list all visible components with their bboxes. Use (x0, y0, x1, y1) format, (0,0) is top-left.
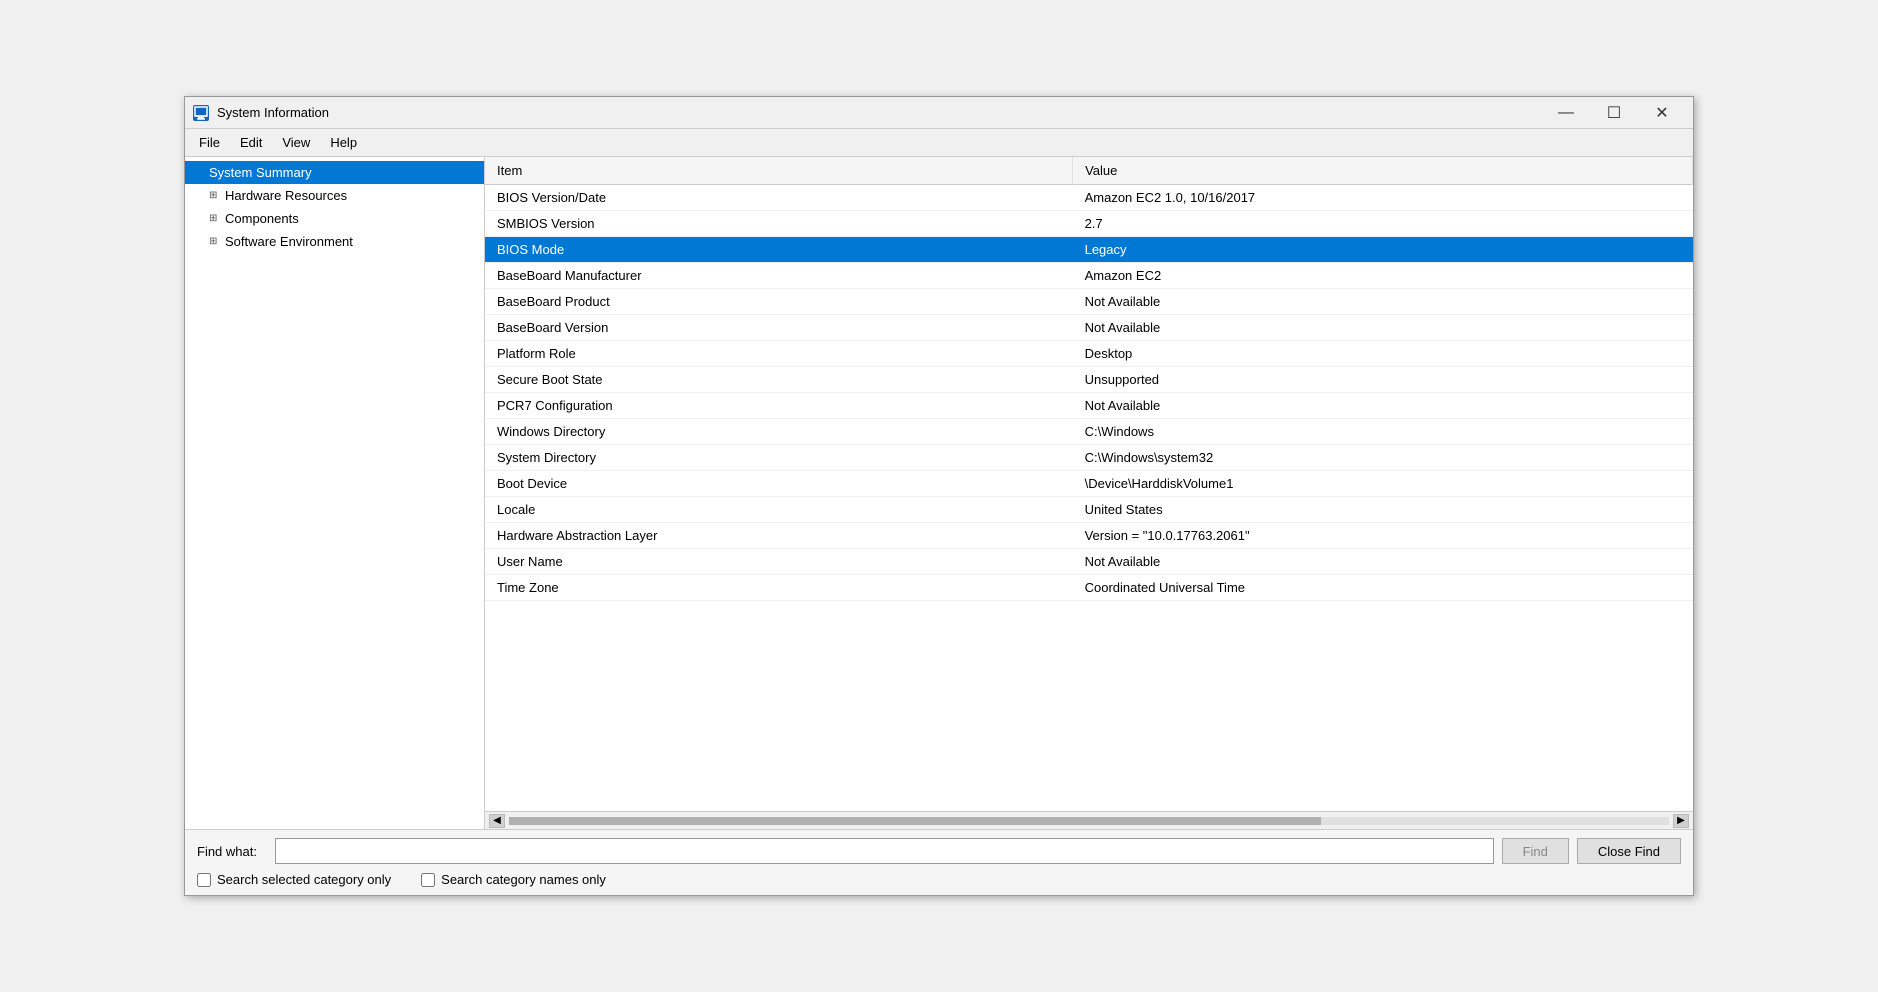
sidebar-label-software-environment: Software Environment (225, 234, 353, 249)
sidebar-item-system-summary[interactable]: System Summary (185, 161, 484, 184)
find-label: Find what: (197, 844, 267, 859)
checkbox-selected-category-text: Search selected category only (217, 872, 391, 887)
menu-file[interactable]: File (189, 131, 230, 154)
window-title: System Information (217, 105, 1543, 120)
sidebar-label-components: Components (225, 211, 299, 226)
table-cell-value: Not Available (1073, 289, 1693, 315)
table-cell-value: \Device\HarddiskVolume1 (1073, 471, 1693, 497)
scroll-thumb[interactable] (509, 817, 1321, 825)
app-icon (193, 105, 209, 121)
table-row[interactable]: BIOS Version/DateAmazon EC2 1.0, 10/16/2… (485, 185, 1693, 211)
table-cell-item: SMBIOS Version (485, 211, 1073, 237)
scroll-right-btn[interactable]: ▶ (1673, 814, 1689, 828)
table-cell-item: BIOS Mode (485, 237, 1073, 263)
horizontal-scrollbar[interactable]: ◀ ▶ (485, 811, 1693, 829)
close-button[interactable]: ✕ (1639, 97, 1685, 129)
sidebar-item-components[interactable]: ⊞ Components (185, 207, 484, 230)
expand-icon-hardware-resources: ⊞ (209, 190, 221, 201)
col-header-item: Item (485, 157, 1073, 185)
right-panel: Item Value BIOS Version/DateAmazon EC2 1… (485, 157, 1693, 829)
content-area: System Summary ⊞ Hardware Resources ⊞ Co… (185, 157, 1693, 829)
table-cell-item: Time Zone (485, 575, 1073, 601)
table-cell-item: Secure Boot State (485, 367, 1073, 393)
table-cell-value: Not Available (1073, 315, 1693, 341)
data-table[interactable]: Item Value BIOS Version/DateAmazon EC2 1… (485, 157, 1693, 811)
table-cell-value: United States (1073, 497, 1693, 523)
table-cell-item: System Directory (485, 445, 1073, 471)
close-find-button[interactable]: Close Find (1577, 838, 1681, 864)
sidebar-item-software-environment[interactable]: ⊞ Software Environment (185, 230, 484, 253)
menu-bar: File Edit View Help (185, 129, 1693, 157)
minimize-button[interactable]: — (1543, 97, 1589, 129)
main-window: System Information — ☐ ✕ File Edit View … (184, 96, 1694, 896)
table-cell-item: BaseBoard Product (485, 289, 1073, 315)
scroll-left-btn[interactable]: ◀ (489, 814, 505, 828)
find-row: Find what: Find Close Find (197, 838, 1681, 864)
table-row[interactable]: Hardware Abstraction LayerVersion = "10.… (485, 523, 1693, 549)
find-button[interactable]: Find (1502, 838, 1569, 864)
table-cell-item: BIOS Version/Date (485, 185, 1073, 211)
table-row[interactable]: Platform RoleDesktop (485, 341, 1693, 367)
table-row[interactable]: BaseBoard ProductNot Available (485, 289, 1693, 315)
table-row[interactable]: LocaleUnited States (485, 497, 1693, 523)
table-cell-value: Not Available (1073, 549, 1693, 575)
table-cell-item: User Name (485, 549, 1073, 575)
menu-help[interactable]: Help (320, 131, 367, 154)
sidebar-label-system-summary: System Summary (209, 165, 312, 180)
table-cell-item: BaseBoard Manufacturer (485, 263, 1073, 289)
menu-view[interactable]: View (272, 131, 320, 154)
title-bar: System Information — ☐ ✕ (185, 97, 1693, 129)
table-cell-item: Boot Device (485, 471, 1073, 497)
table-cell-item: Windows Directory (485, 419, 1073, 445)
table-row[interactable]: BaseBoard VersionNot Available (485, 315, 1693, 341)
maximize-button[interactable]: ☐ (1591, 97, 1637, 129)
table-row[interactable]: Time ZoneCoordinated Universal Time (485, 575, 1693, 601)
table-cell-item: PCR7 Configuration (485, 393, 1073, 419)
table-row[interactable]: Boot Device\Device\HarddiskVolume1 (485, 471, 1693, 497)
table-cell-value: C:\Windows (1073, 419, 1693, 445)
bottom-bar: Find what: Find Close Find Search select… (185, 829, 1693, 895)
table-cell-value: Version = "10.0.17763.2061" (1073, 523, 1693, 549)
table-cell-item: BaseBoard Version (485, 315, 1073, 341)
table-cell-value: 2.7 (1073, 211, 1693, 237)
table-cell-value: C:\Windows\system32 (1073, 445, 1693, 471)
expand-icon-software-environment: ⊞ (209, 236, 221, 247)
table-row[interactable]: Windows DirectoryC:\Windows (485, 419, 1693, 445)
checkbox-selected-category-label[interactable]: Search selected category only (197, 872, 391, 887)
table-cell-value: Not Available (1073, 393, 1693, 419)
table-cell-item: Locale (485, 497, 1073, 523)
checkbox-category-names-label[interactable]: Search category names only (421, 872, 606, 887)
table-row[interactable]: BaseBoard ManufacturerAmazon EC2 (485, 263, 1693, 289)
table-row[interactable]: System DirectoryC:\Windows\system32 (485, 445, 1693, 471)
checkbox-category-names-text: Search category names only (441, 872, 606, 887)
table-cell-value: Coordinated Universal Time (1073, 575, 1693, 601)
left-panel: System Summary ⊞ Hardware Resources ⊞ Co… (185, 157, 485, 829)
table-row[interactable]: SMBIOS Version2.7 (485, 211, 1693, 237)
menu-edit[interactable]: Edit (230, 131, 272, 154)
table-cell-value: Unsupported (1073, 367, 1693, 393)
table-cell-item: Hardware Abstraction Layer (485, 523, 1073, 549)
find-input[interactable] (275, 838, 1494, 864)
col-header-value: Value (1073, 157, 1693, 185)
table-cell-item: Platform Role (485, 341, 1073, 367)
scroll-track[interactable] (509, 817, 1669, 825)
table-cell-value: Desktop (1073, 341, 1693, 367)
table-cell-value: Legacy (1073, 237, 1693, 263)
checkbox-category-names[interactable] (421, 873, 435, 887)
table-row[interactable]: BIOS ModeLegacy (485, 237, 1693, 263)
info-table: Item Value BIOS Version/DateAmazon EC2 1… (485, 157, 1693, 601)
table-row[interactable]: Secure Boot StateUnsupported (485, 367, 1693, 393)
table-row[interactable]: PCR7 ConfigurationNot Available (485, 393, 1693, 419)
table-row[interactable]: User NameNot Available (485, 549, 1693, 575)
table-cell-value: Amazon EC2 (1073, 263, 1693, 289)
sidebar-item-hardware-resources[interactable]: ⊞ Hardware Resources (185, 184, 484, 207)
checkbox-selected-category[interactable] (197, 873, 211, 887)
sidebar-label-hardware-resources: Hardware Resources (225, 188, 347, 203)
window-controls: — ☐ ✕ (1543, 97, 1685, 129)
checkbox-row: Search selected category only Search cat… (197, 872, 1681, 887)
table-cell-value: Amazon EC2 1.0, 10/16/2017 (1073, 185, 1693, 211)
expand-icon-components: ⊞ (209, 213, 221, 224)
